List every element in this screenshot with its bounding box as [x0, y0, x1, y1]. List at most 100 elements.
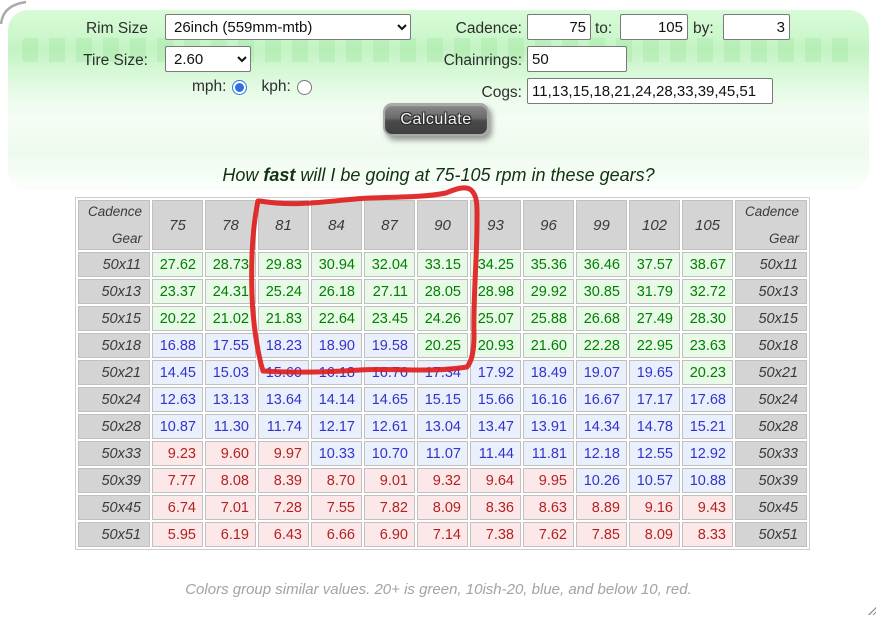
- gear-row-label: 50x33: [735, 441, 807, 466]
- speed-value-cell: 10.33: [311, 441, 362, 466]
- speed-value-cell: 7.01: [205, 495, 256, 520]
- speed-value-cell: 8.08: [205, 468, 256, 493]
- speed-value-cell: 7.38: [470, 522, 521, 547]
- tire-size-select[interactable]: 2.60: [165, 46, 251, 72]
- speed-value-cell: 15.15: [417, 387, 468, 412]
- table-row: 50x2810.8711.3011.7412.1712.6113.0413.47…: [78, 414, 807, 439]
- cadence-column-header: 99: [576, 200, 627, 250]
- speed-value-cell: 31.79: [629, 279, 680, 304]
- speed-value-cell: 33.15: [417, 252, 468, 277]
- speed-value-cell: 18.23: [258, 333, 309, 358]
- speed-value-cell: 16.88: [152, 333, 203, 358]
- speed-value-cell: 27.62: [152, 252, 203, 277]
- speed-value-cell: 34.25: [470, 252, 521, 277]
- speed-value-cell: 21.02: [205, 306, 256, 331]
- corner-gear-label: Gear: [769, 231, 799, 246]
- speed-value-cell: 28.05: [417, 279, 468, 304]
- speed-value-cell: 13.64: [258, 387, 309, 412]
- table-row: 50x1323.3724.3125.2426.1827.1128.0528.98…: [78, 279, 807, 304]
- speed-value-cell: 10.26: [576, 468, 627, 493]
- speed-value-cell: 6.66: [311, 522, 362, 547]
- speed-value-cell: 9.43: [682, 495, 733, 520]
- corner-header-right: Cadence Gear: [735, 200, 807, 250]
- speed-value-cell: 16.18: [311, 360, 362, 385]
- speed-value-cell: 17.17: [629, 387, 680, 412]
- speed-value-cell: 22.95: [629, 333, 680, 358]
- table-row: 50x339.239.609.9710.3310.7011.0711.4411.…: [78, 441, 807, 466]
- speed-value-cell: 8.09: [629, 522, 680, 547]
- speed-value-cell: 9.97: [258, 441, 309, 466]
- table-row: 50x456.747.017.287.557.828.098.368.638.8…: [78, 495, 807, 520]
- gear-row-label: 50x13: [735, 279, 807, 304]
- cadence-column-header: 102: [629, 200, 680, 250]
- speed-value-cell: 10.57: [629, 468, 680, 493]
- speed-value-cell: 17.92: [470, 360, 521, 385]
- speed-value-cell: 9.32: [417, 468, 468, 493]
- gear-row-label: 50x13: [78, 279, 150, 304]
- cadence-column-header: 81: [258, 200, 309, 250]
- cadence-by-input[interactable]: [723, 14, 790, 40]
- speed-value-cell: 11.30: [205, 414, 256, 439]
- cadence-from-input[interactable]: [527, 14, 591, 40]
- table-header-row: Cadence Gear 757881848790939699102105 Ca…: [78, 200, 807, 250]
- table-row: 50x397.778.088.398.709.019.329.649.9510.…: [78, 468, 807, 493]
- cogs-input[interactable]: [527, 78, 773, 104]
- gear-row-label: 50x51: [735, 522, 807, 547]
- speed-value-cell: 19.65: [629, 360, 680, 385]
- speed-value-cell: 12.61: [364, 414, 415, 439]
- speed-value-cell: 32.72: [682, 279, 733, 304]
- speed-value-cell: 14.78: [629, 414, 680, 439]
- kph-radio[interactable]: [297, 80, 312, 95]
- cadence-column-header: 93: [470, 200, 521, 250]
- cadence-to-label: to:: [595, 16, 619, 42]
- speed-value-cell: 36.46: [576, 252, 627, 277]
- speed-value-cell: 13.04: [417, 414, 468, 439]
- gear-row-label: 50x51: [78, 522, 150, 547]
- table-row: 50x515.956.196.436.666.907.147.387.627.8…: [78, 522, 807, 547]
- gear-row-label: 50x24: [78, 387, 150, 412]
- speed-value-cell: 18.90: [311, 333, 362, 358]
- speed-value-cell: 11.44: [470, 441, 521, 466]
- gear-row-label: 50x45: [735, 495, 807, 520]
- heading-bold-word: fast: [263, 165, 295, 185]
- speed-value-cell: 23.45: [364, 306, 415, 331]
- corner-cadence-label: Cadence: [745, 204, 799, 219]
- mph-radio[interactable]: [232, 80, 247, 95]
- speed-value-cell: 37.57: [629, 252, 680, 277]
- calculate-button[interactable]: Calculate: [383, 103, 489, 136]
- gear-row-label: 50x15: [78, 306, 150, 331]
- speed-value-cell: 11.07: [417, 441, 468, 466]
- cadence-column-header: 105: [682, 200, 733, 250]
- speed-value-cell: 17.34: [417, 360, 468, 385]
- chainrings-input[interactable]: [527, 46, 627, 72]
- speed-value-cell: 12.17: [311, 414, 362, 439]
- cadence-to-input[interactable]: [620, 14, 688, 40]
- speed-value-cell: 7.55: [311, 495, 362, 520]
- speed-value-cell: 12.55: [629, 441, 680, 466]
- speed-value-cell: 6.19: [205, 522, 256, 547]
- speed-value-cell: 8.36: [470, 495, 521, 520]
- speed-value-cell: 38.67: [682, 252, 733, 277]
- gear-row-label: 50x28: [78, 414, 150, 439]
- speed-value-cell: 7.14: [417, 522, 468, 547]
- resize-handle[interactable]: [867, 606, 876, 615]
- speed-value-cell: 11.81: [523, 441, 574, 466]
- kph-label: kph:: [261, 78, 290, 96]
- speed-value-cell: 24.26: [417, 306, 468, 331]
- speed-value-cell: 29.83: [258, 252, 309, 277]
- table-row: 50x2412.6313.1313.6414.1414.6515.1515.66…: [78, 387, 807, 412]
- speed-value-cell: 32.04: [364, 252, 415, 277]
- speed-value-cell: 20.22: [152, 306, 203, 331]
- speed-value-cell: 19.58: [364, 333, 415, 358]
- rim-size-select[interactable]: 26inch (559mm-mtb): [165, 14, 411, 40]
- speed-value-cell: 9.01: [364, 468, 415, 493]
- gear-row-label: 50x15: [735, 306, 807, 331]
- speed-value-cell: 11.74: [258, 414, 309, 439]
- speed-value-cell: 13.91: [523, 414, 574, 439]
- speed-value-cell: 22.28: [576, 333, 627, 358]
- speed-value-cell: 7.77: [152, 468, 203, 493]
- speed-value-cell: 27.11: [364, 279, 415, 304]
- speed-value-cell: 25.24: [258, 279, 309, 304]
- cadence-column-header: 78: [205, 200, 256, 250]
- speed-value-cell: 35.36: [523, 252, 574, 277]
